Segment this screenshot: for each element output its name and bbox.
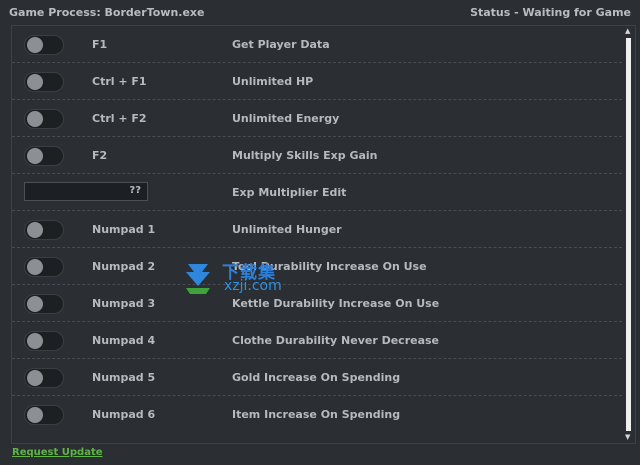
toggle-knob [27,370,43,386]
watermark-en-text: xzji.com [224,278,282,294]
cheat-row: F1 Get Player Data [12,26,622,63]
toggle-knob [27,296,43,312]
scroll-up-arrow-icon[interactable]: ▲ [625,27,630,35]
cheat-row: ?? Exp Multiplier Edit [12,174,622,211]
hotkey-label: Numpad 5 [92,371,156,384]
cheat-row: Numpad 5 Gold Increase On Spending [12,359,622,396]
toggle-knob [27,333,43,349]
title-bar: Game Process: BorderTown.exe Status - Wa… [0,0,640,24]
hotkey-label: Numpad 3 [92,297,156,310]
hotkey-label: F2 [92,149,108,162]
toggle-knob [27,407,43,423]
toggle-switch[interactable] [24,257,64,277]
hotkey-label: Numpad 6 [92,408,156,421]
cheat-label: Item Increase On Spending [232,408,401,421]
cheat-row: Numpad 2 Tool Durability Increase On Use [12,248,622,285]
toggle-switch[interactable] [24,405,64,425]
hotkey-label: Numpad 4 [92,334,156,347]
toggle-switch[interactable] [24,331,64,351]
watermark-arrow-icon [186,264,210,294]
cheat-row: Ctrl + F1 Unlimited HP [12,63,622,100]
cheat-label: Unlimited Hunger [232,223,342,236]
hotkey-label: Ctrl + F2 [92,112,147,125]
game-process-label: Game Process: BorderTown.exe [9,5,205,19]
hotkey-label: Numpad 2 [92,260,156,273]
toggle-switch[interactable] [24,294,64,314]
watermark-logo: 下载集 xzji.com [180,258,290,298]
cheat-row: Numpad 6 Item Increase On Spending [12,396,622,433]
cheat-label: Unlimited HP [232,75,314,88]
hotkey-label: Ctrl + F1 [92,75,147,88]
cheat-label: Clothe Durability Never Decrease [232,334,440,347]
cheat-list-panel: F1 Get Player Data Ctrl + F1 Unlimited HP Ct… [11,25,636,444]
cheat-label: Kettle Durability Increase On Use [232,297,440,310]
cheat-row: Numpad 4 Clothe Durability Never Decrease [12,322,622,359]
request-update-link[interactable]: Request Update [12,447,103,458]
toggle-switch[interactable] [24,35,64,55]
cheat-label: Multiply Skills Exp Gain [232,149,378,162]
cheat-row: Numpad 1 Unlimited Hunger [12,211,622,248]
scrollbar-thumb[interactable] [626,38,631,431]
toggle-knob [27,111,43,127]
toggle-switch[interactable] [24,72,64,92]
toggle-knob [27,74,43,90]
cheat-list: F1 Get Player Data Ctrl + F1 Unlimited HP Ct… [12,26,622,433]
cheat-row: Numpad 3 Kettle Durability Increase On Us… [12,285,622,322]
toggle-knob [27,37,43,53]
toggle-switch[interactable] [24,368,64,388]
exp-multiplier-input[interactable]: ?? [24,182,148,201]
hotkey-label: Numpad 1 [92,223,156,236]
cheat-row: F2 Multiply Skills Exp Gain [12,137,622,174]
cheat-label: Unlimited Energy [232,112,340,125]
toggle-knob [27,148,43,164]
cheat-row: Ctrl + F2 Unlimited Energy [12,100,622,137]
scroll-down-arrow-icon[interactable]: ▼ [625,433,630,441]
status-label: Status - Waiting for Game [470,5,631,19]
toggle-knob [27,222,43,238]
toggle-switch[interactable] [24,146,64,166]
toggle-switch[interactable] [24,220,64,240]
cheat-label: Gold Increase On Spending [232,371,401,384]
cheat-label: Exp Multiplier Edit [232,186,347,199]
hotkey-label: F1 [92,38,108,51]
toggle-switch[interactable] [24,109,64,129]
cheat-label: Get Player Data [232,38,330,51]
toggle-knob [27,259,43,275]
scrollbar[interactable]: ▲ ▼ [622,26,635,443]
